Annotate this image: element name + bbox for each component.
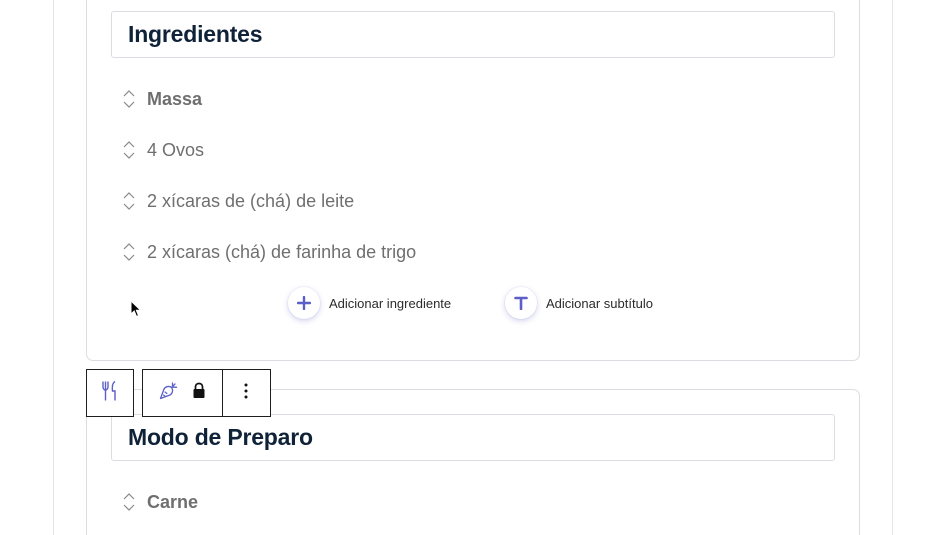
drag-handle-icon[interactable] — [121, 490, 137, 514]
preparation-title-field[interactable]: Modo de Preparo — [111, 414, 835, 461]
ingredients-title-field[interactable]: Ingredientes — [111, 11, 835, 58]
block-settings-toolbar — [142, 369, 271, 417]
ingredients-block[interactable]: Ingredientes Massa 4 Ovos 2 xícaras de (… — [86, 0, 860, 361]
ingredient-subtitle[interactable]: Massa — [147, 89, 202, 110]
lock-icon — [192, 382, 206, 404]
carrot-icon — [158, 381, 178, 406]
plus-icon — [288, 287, 320, 319]
ingredient-text[interactable]: 2 xícaras de (chá) de leite — [147, 191, 354, 212]
ingredient-text[interactable]: 4 Ovos — [147, 140, 204, 161]
add-ingredient-button[interactable]: Adicionar ingrediente — [288, 287, 451, 319]
more-vertical-icon — [244, 383, 248, 404]
more-options-button[interactable] — [223, 370, 270, 416]
fork-knife-icon — [100, 380, 120, 407]
block-type-toolbar — [86, 369, 134, 417]
add-subtitle-label: Adicionar subtítulo — [546, 295, 653, 311]
list-item[interactable]: 2 xícaras de (chá) de leite — [121, 189, 354, 213]
lock-button[interactable] — [183, 370, 213, 416]
drag-handle-icon[interactable] — [121, 189, 137, 213]
ingredients-title[interactable]: Ingredientes — [128, 21, 263, 48]
block-type-button[interactable] — [87, 370, 133, 416]
drag-handle-icon[interactable] — [121, 138, 137, 162]
drag-handle-icon[interactable] — [121, 240, 137, 264]
list-item[interactable]: Massa — [121, 87, 202, 111]
ingredient-text[interactable]: 2 xícaras (chá) de farinha de trigo — [147, 242, 416, 263]
step-subtitle[interactable]: Carne — [147, 492, 198, 513]
mouse-cursor-icon — [130, 299, 142, 323]
list-item[interactable]: 2 xícaras (chá) de farinha de trigo — [121, 240, 416, 264]
preparation-title[interactable]: Modo de Preparo — [128, 424, 313, 451]
list-item[interactable]: Carne — [121, 490, 198, 514]
list-item[interactable]: 4 Ovos — [121, 138, 204, 162]
add-ingredient-label: Adicionar ingrediente — [329, 295, 452, 311]
add-subtitle-button[interactable]: Adicionar subtítulo — [505, 287, 653, 319]
text-t-icon — [505, 287, 537, 319]
drag-handle-icon[interactable] — [121, 87, 137, 111]
recipe-type-button[interactable] — [153, 370, 183, 416]
